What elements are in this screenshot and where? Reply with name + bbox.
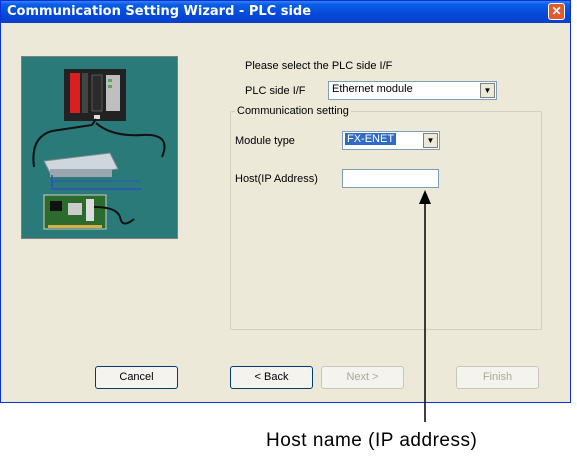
finish-button[interactable]: Finish xyxy=(456,366,539,389)
back-button[interactable]: < Back xyxy=(230,366,313,389)
window-title: Communication Setting Wizard - PLC side xyxy=(7,4,312,19)
plc-side-value: Ethernet module xyxy=(332,83,413,95)
close-icon: ✕ xyxy=(551,4,562,18)
plc-illustration xyxy=(21,56,178,239)
annotation-arrow xyxy=(419,190,431,422)
plc-side-select[interactable]: Ethernet module ▼ xyxy=(328,81,497,100)
group-legend: Communication setting xyxy=(235,105,351,117)
host-label: Host(IP Address) xyxy=(235,173,318,185)
module-type-value: FX-ENET xyxy=(345,133,397,145)
plc-side-label: PLC side I/F xyxy=(245,85,306,97)
host-ip-input[interactable] xyxy=(342,169,439,188)
module-type-select[interactable]: FX-ENET ▼ xyxy=(342,131,440,150)
plc-network-image xyxy=(22,57,177,238)
title-bar[interactable]: Communication Setting Wizard - PLC side … xyxy=(1,1,570,23)
close-button[interactable]: ✕ xyxy=(548,3,565,20)
wizard-window: Communication Setting Wizard - PLC side … xyxy=(0,0,571,403)
chevron-down-icon[interactable]: ▼ xyxy=(480,83,495,98)
module-type-label: Module type xyxy=(235,135,295,147)
chevron-down-icon[interactable]: ▼ xyxy=(423,133,438,148)
prompt-text: Please select the PLC side I/F xyxy=(245,60,393,72)
annotation-label: Host name (IP address) xyxy=(266,430,478,451)
next-button[interactable]: Next > xyxy=(321,366,404,389)
cancel-button[interactable]: Cancel xyxy=(95,366,178,389)
